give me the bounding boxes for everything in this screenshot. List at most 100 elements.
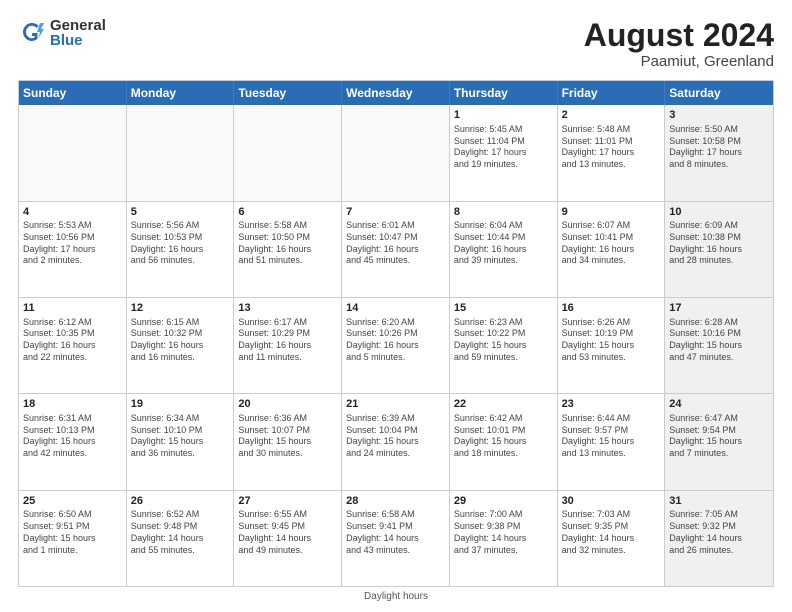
day-num-3-6: 24 [669,397,769,412]
cell-info-2-6: Sunrise: 6:28 AM Sunset: 10:16 PM Daylig… [669,317,769,364]
day-num-4-4: 29 [454,494,553,509]
cell-4-3: 28Sunrise: 6:58 AM Sunset: 9:41 PM Dayli… [342,491,450,586]
day-num-4-0: 25 [23,494,122,509]
logo-text: General Blue [50,18,106,48]
cell-info-3-3: Sunrise: 6:39 AM Sunset: 10:04 PM Daylig… [346,413,445,460]
day-num-4-2: 27 [238,494,337,509]
calendar: SundayMondayTuesdayWednesdayThursdayFrid… [18,80,774,587]
cell-1-4: 8Sunrise: 6:04 AM Sunset: 10:44 PM Dayli… [450,202,558,297]
cell-2-0: 11Sunrise: 6:12 AM Sunset: 10:35 PM Dayl… [19,298,127,393]
day-num-2-2: 13 [238,301,337,316]
cell-2-3: 14Sunrise: 6:20 AM Sunset: 10:26 PM Dayl… [342,298,450,393]
cell-0-5: 2Sunrise: 5:48 AM Sunset: 11:01 PM Dayli… [558,105,666,200]
day-num-1-2: 6 [238,205,337,220]
cell-1-1: 5Sunrise: 5:56 AM Sunset: 10:53 PM Dayli… [127,202,235,297]
cell-3-0: 18Sunrise: 6:31 AM Sunset: 10:13 PM Dayl… [19,394,127,489]
day-num-1-3: 7 [346,205,445,220]
day-num-0-4: 1 [454,108,553,123]
header-day-1: Monday [127,81,235,105]
day-num-2-4: 15 [454,301,553,316]
cell-2-1: 12Sunrise: 6:15 AM Sunset: 10:32 PM Dayl… [127,298,235,393]
cell-0-3 [342,105,450,200]
cell-info-1-4: Sunrise: 6:04 AM Sunset: 10:44 PM Daylig… [454,220,553,267]
cell-1-2: 6Sunrise: 5:58 AM Sunset: 10:50 PM Dayli… [234,202,342,297]
cell-info-2-0: Sunrise: 6:12 AM Sunset: 10:35 PM Daylig… [23,317,122,364]
cell-info-4-1: Sunrise: 6:52 AM Sunset: 9:48 PM Dayligh… [131,509,230,556]
cell-4-5: 30Sunrise: 7:03 AM Sunset: 9:35 PM Dayli… [558,491,666,586]
week-row-1: 4Sunrise: 5:53 AM Sunset: 10:56 PM Dayli… [19,201,773,297]
logo-blue: Blue [50,33,106,48]
cell-info-0-5: Sunrise: 5:48 AM Sunset: 11:01 PM Daylig… [562,124,661,171]
cell-4-4: 29Sunrise: 7:00 AM Sunset: 9:38 PM Dayli… [450,491,558,586]
day-num-3-3: 21 [346,397,445,412]
cell-2-6: 17Sunrise: 6:28 AM Sunset: 10:16 PM Dayl… [665,298,773,393]
day-num-1-0: 4 [23,205,122,220]
cell-2-2: 13Sunrise: 6:17 AM Sunset: 10:29 PM Dayl… [234,298,342,393]
cell-2-4: 15Sunrise: 6:23 AM Sunset: 10:22 PM Dayl… [450,298,558,393]
location: Paamiut, Greenland [584,53,774,70]
day-num-0-5: 2 [562,108,661,123]
cell-info-2-4: Sunrise: 6:23 AM Sunset: 10:22 PM Daylig… [454,317,553,364]
cell-3-3: 21Sunrise: 6:39 AM Sunset: 10:04 PM Dayl… [342,394,450,489]
day-num-2-6: 17 [669,301,769,316]
cell-0-4: 1Sunrise: 5:45 AM Sunset: 11:04 PM Dayli… [450,105,558,200]
week-row-2: 11Sunrise: 6:12 AM Sunset: 10:35 PM Dayl… [19,297,773,393]
cell-4-2: 27Sunrise: 6:55 AM Sunset: 9:45 PM Dayli… [234,491,342,586]
header-day-0: Sunday [19,81,127,105]
cell-0-0 [19,105,127,200]
day-num-2-1: 12 [131,301,230,316]
day-num-1-1: 5 [131,205,230,220]
calendar-header-row: SundayMondayTuesdayWednesdayThursdayFrid… [19,81,773,105]
page: General Blue August 2024 Paamiut, Greenl… [0,0,792,612]
cell-info-2-2: Sunrise: 6:17 AM Sunset: 10:29 PM Daylig… [238,317,337,364]
day-num-3-0: 18 [23,397,122,412]
cell-info-3-2: Sunrise: 6:36 AM Sunset: 10:07 PM Daylig… [238,413,337,460]
cell-3-5: 23Sunrise: 6:44 AM Sunset: 9:57 PM Dayli… [558,394,666,489]
cell-info-2-1: Sunrise: 6:15 AM Sunset: 10:32 PM Daylig… [131,317,230,364]
day-num-1-6: 10 [669,205,769,220]
day-num-3-1: 19 [131,397,230,412]
cell-1-0: 4Sunrise: 5:53 AM Sunset: 10:56 PM Dayli… [19,202,127,297]
cell-info-4-2: Sunrise: 6:55 AM Sunset: 9:45 PM Dayligh… [238,509,337,556]
cell-info-2-5: Sunrise: 6:26 AM Sunset: 10:19 PM Daylig… [562,317,661,364]
header-day-5: Friday [558,81,666,105]
cell-3-1: 19Sunrise: 6:34 AM Sunset: 10:10 PM Dayl… [127,394,235,489]
cell-1-6: 10Sunrise: 6:09 AM Sunset: 10:38 PM Dayl… [665,202,773,297]
cell-info-4-6: Sunrise: 7:05 AM Sunset: 9:32 PM Dayligh… [669,509,769,556]
cell-3-2: 20Sunrise: 6:36 AM Sunset: 10:07 PM Dayl… [234,394,342,489]
cell-info-3-4: Sunrise: 6:42 AM Sunset: 10:01 PM Daylig… [454,413,553,460]
cell-info-1-3: Sunrise: 6:01 AM Sunset: 10:47 PM Daylig… [346,220,445,267]
cell-info-3-1: Sunrise: 6:34 AM Sunset: 10:10 PM Daylig… [131,413,230,460]
cell-4-1: 26Sunrise: 6:52 AM Sunset: 9:48 PM Dayli… [127,491,235,586]
header: General Blue August 2024 Paamiut, Greenl… [18,18,774,70]
cell-info-1-2: Sunrise: 5:58 AM Sunset: 10:50 PM Daylig… [238,220,337,267]
title-block: August 2024 Paamiut, Greenland [584,18,774,70]
day-num-2-0: 11 [23,301,122,316]
day-num-3-5: 23 [562,397,661,412]
header-day-4: Thursday [450,81,558,105]
cell-3-4: 22Sunrise: 6:42 AM Sunset: 10:01 PM Dayl… [450,394,558,489]
cell-2-5: 16Sunrise: 6:26 AM Sunset: 10:19 PM Dayl… [558,298,666,393]
cell-info-4-3: Sunrise: 6:58 AM Sunset: 9:41 PM Dayligh… [346,509,445,556]
day-num-4-3: 28 [346,494,445,509]
cell-info-4-4: Sunrise: 7:00 AM Sunset: 9:38 PM Dayligh… [454,509,553,556]
day-num-4-1: 26 [131,494,230,509]
week-row-0: 1Sunrise: 5:45 AM Sunset: 11:04 PM Dayli… [19,105,773,200]
cell-0-1 [127,105,235,200]
cell-info-3-6: Sunrise: 6:47 AM Sunset: 9:54 PM Dayligh… [669,413,769,460]
logo-icon [18,19,46,47]
footer-note: Daylight hours [18,591,774,602]
day-num-2-3: 14 [346,301,445,316]
cell-info-4-0: Sunrise: 6:50 AM Sunset: 9:51 PM Dayligh… [23,509,122,556]
day-num-4-6: 31 [669,494,769,509]
cell-info-1-5: Sunrise: 6:07 AM Sunset: 10:41 PM Daylig… [562,220,661,267]
cell-info-2-3: Sunrise: 6:20 AM Sunset: 10:26 PM Daylig… [346,317,445,364]
day-num-0-6: 3 [669,108,769,123]
cell-info-4-5: Sunrise: 7:03 AM Sunset: 9:35 PM Dayligh… [562,509,661,556]
cell-3-6: 24Sunrise: 6:47 AM Sunset: 9:54 PM Dayli… [665,394,773,489]
cell-info-1-1: Sunrise: 5:56 AM Sunset: 10:53 PM Daylig… [131,220,230,267]
cell-info-3-5: Sunrise: 6:44 AM Sunset: 9:57 PM Dayligh… [562,413,661,460]
day-num-1-5: 9 [562,205,661,220]
day-num-4-5: 30 [562,494,661,509]
cell-info-0-4: Sunrise: 5:45 AM Sunset: 11:04 PM Daylig… [454,124,553,171]
